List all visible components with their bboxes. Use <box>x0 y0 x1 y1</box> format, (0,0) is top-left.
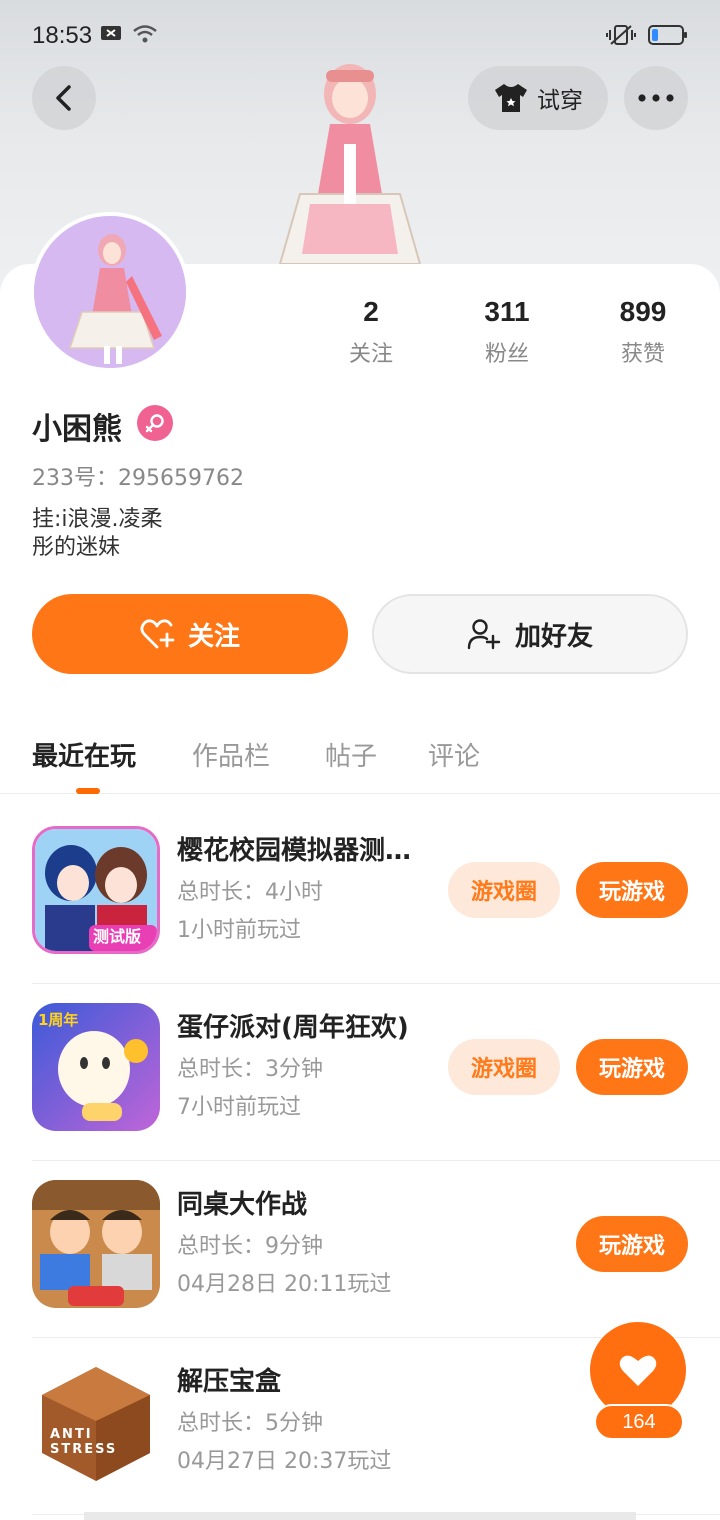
add-user-icon <box>467 619 501 650</box>
game-icon-sakura[interactable]: 测试版 <box>32 826 160 954</box>
avatar[interactable] <box>30 212 190 372</box>
try-on-button[interactable]: 试穿 <box>468 66 608 130</box>
game-title: 同桌大作战 <box>177 1190 308 1220</box>
game-last-played: 1小时前玩过 <box>177 918 301 943</box>
status-time: 18:53 <box>32 22 93 49</box>
tab-indicator <box>76 788 100 794</box>
game-row[interactable]: 测试版 樱花校园模拟器测试版 总时长：4小时 1小时前玩过 游戏圈 玩游戏 <box>32 808 720 984</box>
game-last-played: 7小时前玩过 <box>177 1095 301 1120</box>
heart-icon <box>619 1355 657 1386</box>
tab-recent-play[interactable]: 最近在玩 <box>32 736 136 773</box>
profile-stats: 2 关注 311 粉丝 899 获赞 <box>300 296 720 376</box>
play-game-button[interactable]: 玩游戏 <box>576 1039 688 1095</box>
play-game-button[interactable]: 玩游戏 <box>576 1216 688 1272</box>
stat-number: 2 <box>363 296 379 327</box>
game-row[interactable]: 1周年 蛋仔派对(周年狂欢) 总时长：3分钟 7小时前玩过 游戏圈 玩游戏 <box>32 985 720 1161</box>
tab-comments[interactable]: 评论 <box>428 736 480 773</box>
add-friend-button[interactable]: 加好友 <box>372 594 688 674</box>
profile-tabs: 最近在玩 作品栏 帖子 评论 <box>0 730 720 794</box>
game-last-played: 04月28日 20:11玩过 <box>177 1272 392 1297</box>
avatar-image <box>34 216 186 368</box>
tab-works[interactable]: 作品栏 <box>192 736 270 773</box>
game-last-played: 04月27日 20:37玩过 <box>177 1449 392 1474</box>
game-title: 蛋仔派对(周年狂欢) <box>177 1013 409 1043</box>
stat-likes[interactable]: 899 获赞 <box>588 296 698 368</box>
stat-fans[interactable]: 311 粉丝 <box>452 296 562 368</box>
female-gender-icon <box>137 405 173 441</box>
icon-badge: ANTI STRESS <box>50 1427 118 1457</box>
user-bio: 挂:i浪漫.凌柔 彤的迷妹 <box>32 506 192 562</box>
game-icon-anti-stress[interactable]: ANTI STRESS <box>32 1357 160 1485</box>
game-duration: 总时长：3分钟 <box>177 1057 323 1082</box>
back-button[interactable] <box>32 66 96 130</box>
tshirt-icon <box>495 84 527 112</box>
more-dots-icon <box>638 94 674 102</box>
bio-line: 挂:i浪漫.凌柔 <box>32 507 163 532</box>
back-arrow-icon <box>56 85 71 111</box>
notification-icon <box>101 26 121 40</box>
stat-label: 获赞 <box>620 342 665 367</box>
follow-label: 关注 <box>187 621 240 652</box>
character-image <box>278 64 422 265</box>
add-friend-label: 加好友 <box>514 621 593 652</box>
game-circle-button[interactable]: 游戏圈 <box>448 1039 560 1095</box>
battery-icon <box>648 25 687 45</box>
stat-following[interactable]: 2 关注 <box>316 296 426 368</box>
game-title: 解压宝盒 <box>177 1367 282 1397</box>
like-count: 164 <box>594 1404 684 1440</box>
more-button[interactable] <box>624 66 688 130</box>
game-icon-deskmate-battle[interactable] <box>32 1180 160 1308</box>
stat-label: 粉丝 <box>484 342 529 367</box>
try-on-label: 试穿 <box>537 88 583 114</box>
wifi-icon <box>133 25 157 43</box>
tab-posts[interactable]: 帖子 <box>325 736 377 773</box>
bio-line: 彤的迷妹 <box>32 535 121 560</box>
stat-number: 311 <box>484 296 530 327</box>
icon-badge: 1周年 <box>38 1011 79 1029</box>
icon-badge: 测试版 <box>93 927 142 946</box>
game-circle-button[interactable]: 游戏圈 <box>448 862 560 918</box>
game-duration: 总时长：5分钟 <box>177 1411 323 1436</box>
user-id: 233号：295659762 <box>32 466 244 491</box>
play-game-button[interactable]: 玩游戏 <box>576 862 688 918</box>
game-row[interactable]: 同桌大作战 总时长：9分钟 04月28日 20:11玩过 玩游戏 <box>32 1162 720 1338</box>
game-duration: 总时长：4小时 <box>177 880 323 905</box>
heart-plus-icon <box>140 619 175 649</box>
stat-number: 899 <box>619 296 667 327</box>
game-duration: 总时长：9分钟 <box>177 1234 323 1259</box>
game-title: 樱花校园模拟器测试版 <box>177 836 427 866</box>
bottom-divider <box>84 1512 636 1520</box>
vibrate-icon <box>606 25 636 45</box>
stat-label: 关注 <box>348 342 393 367</box>
follow-button[interactable]: 关注 <box>32 594 348 674</box>
username: 小困熊 <box>32 412 122 447</box>
game-icon-eggy-party[interactable]: 1周年 <box>32 1003 160 1131</box>
